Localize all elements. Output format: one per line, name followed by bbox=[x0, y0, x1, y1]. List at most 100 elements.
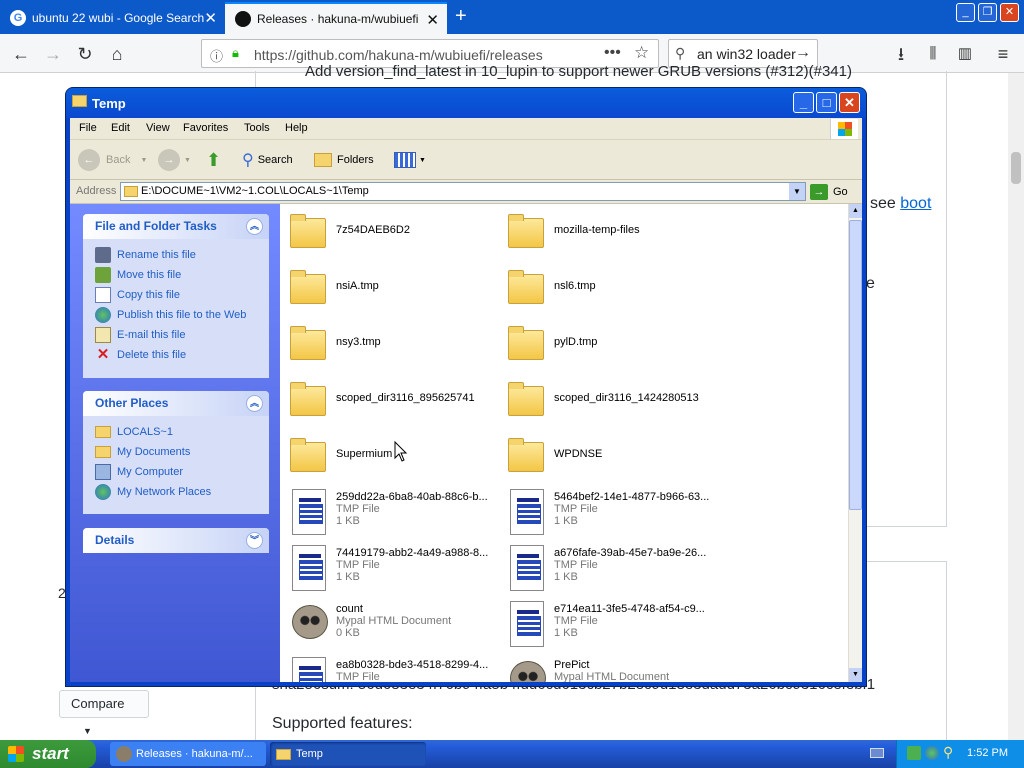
back-button[interactable]: ← Back ▼ bbox=[78, 149, 147, 171]
file-item[interactable]: 7z54DAEB6D2 bbox=[288, 212, 410, 252]
place-my-computer[interactable]: My Computer bbox=[95, 462, 269, 482]
file-item[interactable]: a676fafe-39ab-45e7-ba9e-26... TMP File 1 K… bbox=[506, 545, 706, 591]
menu-help[interactable]: Help bbox=[285, 122, 308, 134]
restore-button[interactable]: ❐ bbox=[978, 3, 997, 22]
file-item[interactable]: nsy3.tmp bbox=[288, 324, 381, 364]
search-button[interactable]: ⚲ Search bbox=[242, 149, 293, 171]
globe-tray-icon[interactable] bbox=[925, 746, 939, 760]
file-item[interactable]: nsl6.tmp bbox=[506, 268, 596, 308]
minimize-button[interactable]: _ bbox=[956, 3, 975, 22]
close-icon[interactable]: ✕ bbox=[204, 9, 217, 27]
file-item[interactable]: mozilla-temp-files bbox=[506, 212, 640, 252]
scrollbar-thumb[interactable] bbox=[849, 220, 862, 510]
boot-link[interactable]: boot bbox=[900, 195, 931, 212]
bookmark-star-icon[interactable]: ☆ bbox=[634, 43, 649, 63]
search-input[interactable]: an win32 loader bbox=[697, 46, 796, 62]
menu-edit[interactable]: Edit bbox=[111, 122, 130, 134]
explorer-window: Temp _ □ ✕ File Edit View Favorites Tool… bbox=[66, 88, 866, 686]
file-list-scrollbar[interactable]: ▲ ▼ bbox=[848, 204, 862, 682]
menu-view[interactable]: View bbox=[146, 122, 170, 134]
search-go-icon[interactable]: → bbox=[795, 44, 811, 62]
file-item[interactable]: 5464bef2-14e1-4877-b966-63... TMP File 1 K… bbox=[506, 489, 709, 535]
collapse-icon[interactable]: ︽ bbox=[246, 218, 263, 235]
file-item[interactable]: PrePict Mypal HTML Document bbox=[506, 657, 669, 682]
file-type: TMP File bbox=[336, 671, 380, 682]
new-tab-button[interactable]: + bbox=[455, 5, 467, 27]
keyboard-icon[interactable] bbox=[870, 748, 884, 758]
go-button[interactable]: → Go bbox=[810, 184, 848, 200]
file-item[interactable]: scoped_dir3116_1424280513 bbox=[506, 380, 699, 420]
up-folder-button[interactable]: ⬆ bbox=[206, 149, 221, 171]
info-icon[interactable]: ⓘ bbox=[210, 46, 223, 65]
forward-icon[interactable]: → bbox=[40, 41, 66, 67]
folder-icon bbox=[508, 382, 544, 416]
browser-tab-bar: G ubuntu 22 wubi - Google Search ✕ Relea… bbox=[0, 0, 1024, 34]
menu-favorites[interactable]: Favorites bbox=[183, 122, 228, 134]
file-item[interactable]: WPDNSE bbox=[506, 436, 602, 476]
panel-header[interactable]: File and Folder Tasks ︽ bbox=[83, 214, 269, 239]
panel-header[interactable]: Details ︾ bbox=[83, 528, 269, 553]
search-tray-icon[interactable]: ⚲ bbox=[943, 744, 953, 761]
file-item[interactable]: ea8b0328-bde3-4518-8299-4... TMP File bbox=[288, 657, 488, 682]
email-icon bbox=[95, 327, 111, 343]
sidebar-icon[interactable]: ▥ bbox=[952, 41, 978, 67]
task-move[interactable]: Move this file bbox=[95, 265, 269, 285]
task-rename[interactable]: Rename this file bbox=[95, 245, 269, 265]
close-button[interactable]: ✕ bbox=[1000, 3, 1019, 22]
task-copy[interactable]: Copy this file bbox=[95, 285, 269, 305]
network-icon bbox=[95, 484, 111, 500]
collapse-icon[interactable]: ︽ bbox=[246, 395, 263, 412]
menu-file[interactable]: File bbox=[79, 122, 97, 134]
downloads-icon[interactable]: ⭳ bbox=[888, 41, 914, 67]
menu-tools[interactable]: Tools bbox=[244, 122, 270, 134]
task-delete[interactable]: ✕ Delete this file bbox=[95, 345, 269, 365]
scroll-down-icon[interactable]: ▼ bbox=[849, 668, 862, 682]
search-icon: ⚲ bbox=[242, 152, 254, 169]
folders-button[interactable]: Folders bbox=[314, 149, 374, 171]
file-item[interactable]: nsiA.tmp bbox=[288, 268, 379, 308]
library-icon[interactable]: ⫼ bbox=[920, 41, 946, 67]
expand-icon[interactable]: ︾ bbox=[246, 532, 263, 549]
scroll-up-icon[interactable]: ▲ bbox=[849, 204, 862, 218]
close-icon[interactable]: ✕ bbox=[426, 11, 439, 29]
forward-button[interactable]: → ▼ bbox=[158, 149, 191, 171]
place-my-network[interactable]: My Network Places bbox=[95, 482, 269, 502]
file-size: 1 KB bbox=[554, 515, 578, 527]
network-tray-icon[interactable] bbox=[907, 746, 921, 760]
compare-button[interactable]: Compare ▼ bbox=[59, 690, 149, 736]
back-icon[interactable]: ← bbox=[8, 41, 34, 67]
maximize-button[interactable]: □ bbox=[816, 92, 837, 113]
file-item[interactable]: scoped_dir3116_895625741 bbox=[288, 380, 475, 420]
taskbar-item-temp[interactable]: Temp bbox=[270, 742, 426, 766]
tab-releases[interactable]: Releases · hakuna-m/wubiuefi ✕ bbox=[225, 2, 447, 34]
menu-icon[interactable]: ≡ bbox=[990, 41, 1016, 67]
tab-google-search[interactable]: G ubuntu 22 wubi - Google Search ✕ bbox=[0, 2, 225, 34]
file-name: nsiA.tmp bbox=[336, 280, 379, 292]
start-button[interactable]: start bbox=[0, 740, 96, 768]
home-icon[interactable]: ⌂ bbox=[104, 41, 130, 67]
panel-title: Other Places bbox=[95, 396, 169, 410]
page-actions-icon[interactable]: ••• bbox=[604, 44, 621, 62]
panel-header[interactable]: Other Places ︽ bbox=[83, 391, 269, 416]
file-item[interactable]: e714ea11-3fe5-4748-af54-c9... TMP File 1 K… bbox=[506, 601, 705, 647]
task-publish[interactable]: Publish this file to the Web bbox=[95, 305, 269, 325]
views-button[interactable]: ▼ bbox=[394, 149, 426, 171]
page-scrollbar-thumb[interactable] bbox=[1011, 152, 1021, 184]
taskbar-item-browser[interactable]: Releases · hakuna-m/... bbox=[110, 742, 266, 766]
file-item[interactable]: 74419179-abb2-4a49-a988-8... TMP File 1 KB bbox=[288, 545, 488, 591]
title-bar[interactable]: Temp _ □ ✕ bbox=[66, 88, 866, 118]
file-item[interactable]: count Mypal HTML Document 0 KB bbox=[288, 601, 451, 641]
address-field[interactable]: E:\DOCUME~1\VM2~1.COL\LOCALS~1\Temp ▼ bbox=[120, 182, 806, 201]
file-item[interactable]: pylD.tmp bbox=[506, 324, 597, 364]
file-item[interactable]: Supermium bbox=[288, 436, 392, 476]
minimize-button[interactable]: _ bbox=[793, 92, 814, 113]
task-email[interactable]: E-mail this file bbox=[95, 325, 269, 345]
file-item[interactable]: 259dd22a-6ba8-40ab-88c6-b... TMP File 1 KB bbox=[288, 489, 488, 535]
close-button[interactable]: ✕ bbox=[839, 92, 860, 113]
task-label: Temp bbox=[296, 748, 323, 760]
place-locals[interactable]: LOCALS~1 bbox=[95, 422, 269, 442]
address-dropdown-icon[interactable]: ▼ bbox=[789, 183, 805, 200]
place-my-documents[interactable]: My Documents bbox=[95, 442, 269, 462]
reload-icon[interactable]: ↻ bbox=[72, 41, 98, 67]
task-label: E-mail this file bbox=[117, 329, 186, 341]
